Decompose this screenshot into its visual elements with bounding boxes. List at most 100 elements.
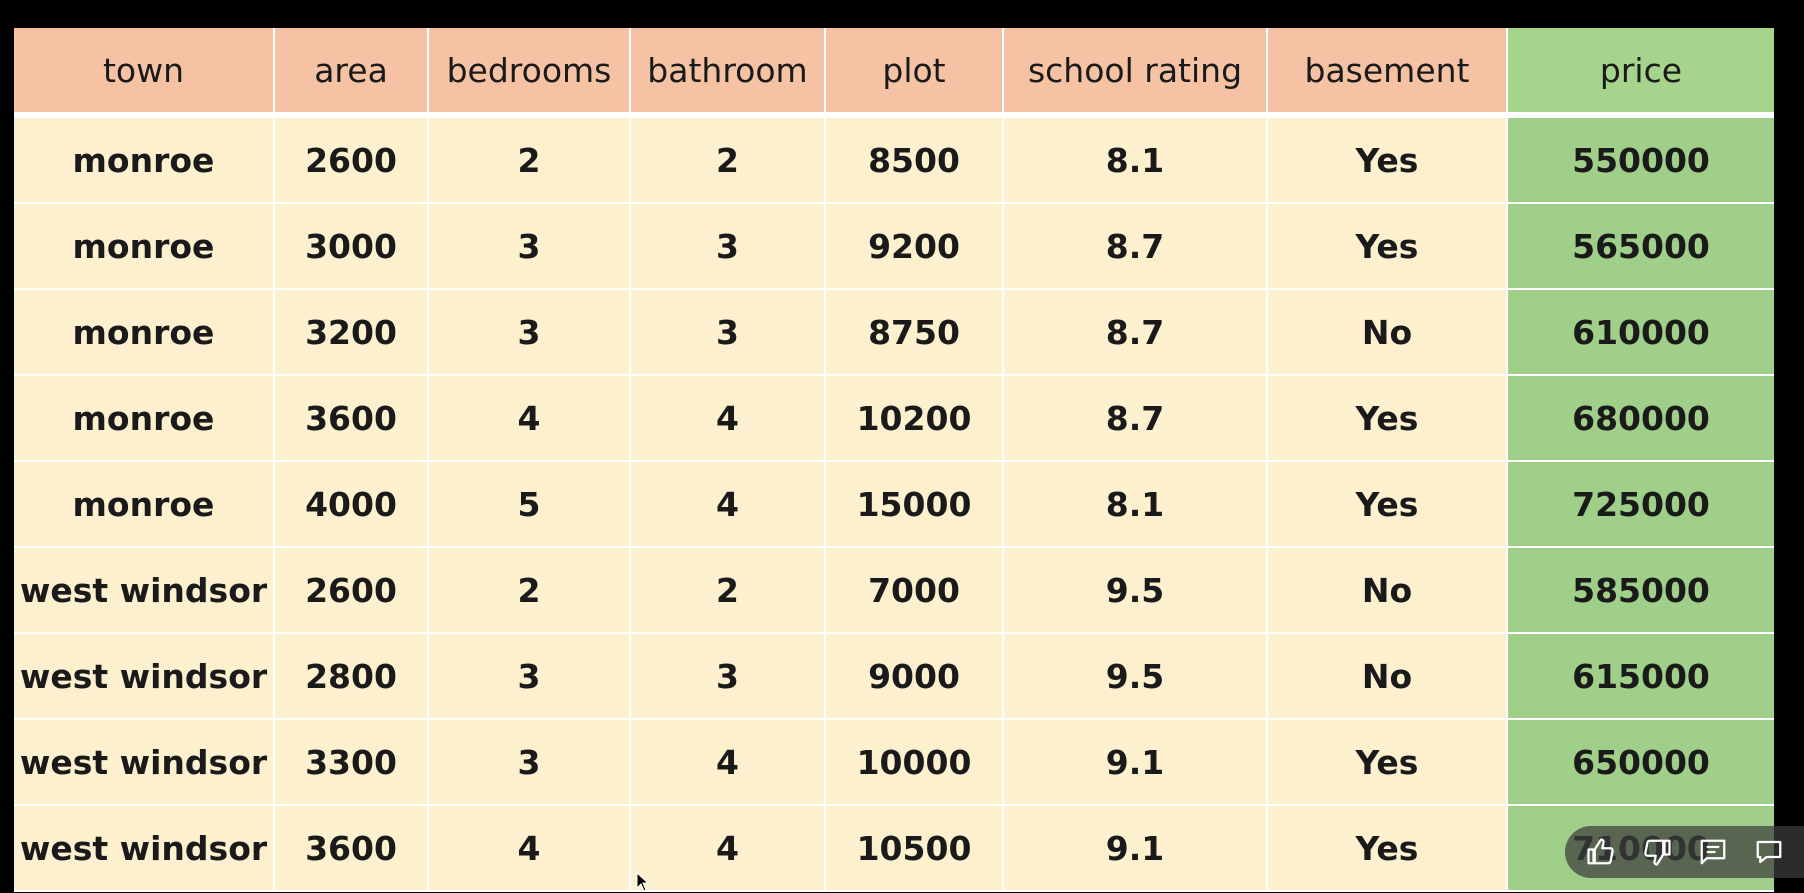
cell-bedrooms: 3 <box>428 633 631 720</box>
cell-school-rating: 9.1 <box>1003 719 1268 806</box>
cell-town: monroe <box>14 289 275 376</box>
cell-bathroom: 4 <box>630 805 826 892</box>
cell-plot: 15000 <box>825 461 1004 548</box>
cell-price: 550000 <box>1507 115 1774 204</box>
cell-bedrooms: 4 <box>428 805 631 892</box>
cell-price: 725000 <box>1507 461 1774 548</box>
table-row: monroe 3200 3 3 8750 8.7 No 610000 <box>14 289 1774 376</box>
table-row: west windsor360044105009.1Yes710000 <box>14 805 1774 892</box>
table-row: west windsor 2800 3 3 9000 9.5 No 615000 <box>14 633 1774 720</box>
cell-town: west windsor <box>14 805 275 892</box>
table-row: west windsor 3300 3 4 10000 9.1 Yes 650000 <box>14 719 1774 806</box>
cell-bathroom: 2 <box>630 547 826 634</box>
table-row: west windsor 2600 2 2 7000 9.5 No 585000 <box>14 547 1774 634</box>
cell-bathroom: 4 <box>630 461 826 548</box>
dislike-button[interactable] <box>1633 830 1681 874</box>
cell-plot: 7000 <box>825 547 1004 634</box>
cell-bedrooms: 2 <box>428 547 631 634</box>
header-row: town area bedrooms bathroom plot school … <box>14 28 1774 116</box>
cell-price: 615000 <box>1507 633 1774 720</box>
thumbs-up-icon <box>1587 838 1614 865</box>
cell-bathroom: 2 <box>630 115 826 204</box>
cell-bedrooms: 2 <box>428 115 631 204</box>
cell-bathroom: 3 <box>630 633 826 720</box>
cell-plot: 9200 <box>825 203 1004 290</box>
cell-basement: No <box>1267 633 1508 720</box>
cell-basement: No <box>1267 547 1508 634</box>
cell-price: 565000 <box>1507 203 1774 290</box>
cell-price: 680000 <box>1507 375 1774 462</box>
col-header-plot: plot <box>825 28 1004 116</box>
cell-school-rating: 9.5 <box>1003 547 1268 634</box>
table-row: monroe 3600 4 4 10200 8.7 Yes 680000 <box>14 375 1774 462</box>
cell-bedrooms: 3 <box>428 289 631 376</box>
cell-basement: Yes <box>1267 805 1508 892</box>
comments-button[interactable] <box>1689 830 1737 874</box>
table-row: monroe 3000 3 3 9200 8.7 Yes 565000 <box>14 203 1774 290</box>
cell-bathroom: 4 <box>630 375 826 462</box>
cell-school-rating: 9.1 <box>1003 805 1268 892</box>
cell-basement: No <box>1267 289 1508 376</box>
cell-price: 650000 <box>1507 719 1774 806</box>
table-body: monroe 2600 2 2 8500 8.1 Yes 550000 monroe 3000 3 3… <box>14 115 1774 892</box>
cell-bedrooms: 3 <box>428 203 631 290</box>
cell-plot: 9000 <box>825 633 1004 720</box>
cell-bedrooms: 3 <box>428 719 631 806</box>
cell-bedrooms: 5 <box>428 461 631 548</box>
cell-bathroom: 3 <box>630 203 826 290</box>
cell-basement: Yes <box>1267 461 1508 548</box>
cell-price: 585000 <box>1507 547 1774 634</box>
cell-area: 3300 <box>274 719 429 806</box>
cell-plot: 10500 <box>825 805 1004 892</box>
cell-bathroom: 4 <box>630 719 826 806</box>
col-header-price: price <box>1507 28 1774 116</box>
cell-town: monroe <box>14 203 275 290</box>
cell-area: 2600 <box>274 547 429 634</box>
cell-area: 4000 <box>274 461 429 548</box>
cell-school-rating: 8.1 <box>1003 461 1268 548</box>
cell-basement: Yes <box>1267 203 1508 290</box>
cell-school-rating: 8.7 <box>1003 203 1268 290</box>
cell-area: 3600 <box>274 805 429 892</box>
cell-plot: 10200 <box>825 375 1004 462</box>
chat-button[interactable] <box>1745 830 1793 874</box>
cell-plot: 10000 <box>825 719 1004 806</box>
col-header-bedrooms: bedrooms <box>428 28 631 116</box>
cell-basement: Yes <box>1267 719 1508 806</box>
table-row: monroe 4000 5 4 15000 8.1 Yes 725000 <box>14 461 1774 548</box>
cell-school-rating: 8.7 <box>1003 289 1268 376</box>
cell-basement: Yes <box>1267 115 1508 204</box>
thumbs-down-icon <box>1644 839 1671 866</box>
cell-bathroom: 3 <box>630 289 826 376</box>
cell-area: 2600 <box>274 115 429 204</box>
video-feedback-controls <box>1565 826 1804 878</box>
col-header-bathroom: bathroom <box>630 28 826 116</box>
cell-school-rating: 8.1 <box>1003 115 1268 204</box>
cell-school-rating: 8.7 <box>1003 375 1268 462</box>
comment-icon <box>1700 839 1726 865</box>
cell-area: 3200 <box>274 289 429 376</box>
slide-frame: town area bedrooms bathroom plot school … <box>14 28 1774 892</box>
cell-town: west windsor <box>14 719 275 806</box>
mouse-cursor-icon <box>636 872 650 892</box>
cell-price: 610000 <box>1507 289 1774 376</box>
cell-school-rating: 9.5 <box>1003 633 1268 720</box>
col-header-school-rating: school rating <box>1003 28 1268 116</box>
like-button[interactable] <box>1577 830 1625 874</box>
col-header-town: town <box>14 28 275 116</box>
cell-area: 3600 <box>274 375 429 462</box>
cell-plot: 8500 <box>825 115 1004 204</box>
cell-basement: Yes <box>1267 375 1508 462</box>
housing-price-table: town area bedrooms bathroom plot school … <box>14 28 1774 892</box>
cell-area: 3000 <box>274 203 429 290</box>
cell-town: west windsor <box>14 633 275 720</box>
cell-area: 2800 <box>274 633 429 720</box>
table-row: monroe 2600 2 2 8500 8.1 Yes 550000 <box>14 115 1774 204</box>
col-header-area: area <box>274 28 429 116</box>
chat-icon <box>1756 840 1782 864</box>
cell-town: monroe <box>14 461 275 548</box>
cell-plot: 8750 <box>825 289 1004 376</box>
cell-town: monroe <box>14 375 275 462</box>
cell-bedrooms: 4 <box>428 375 631 462</box>
cell-town: monroe <box>14 115 275 204</box>
